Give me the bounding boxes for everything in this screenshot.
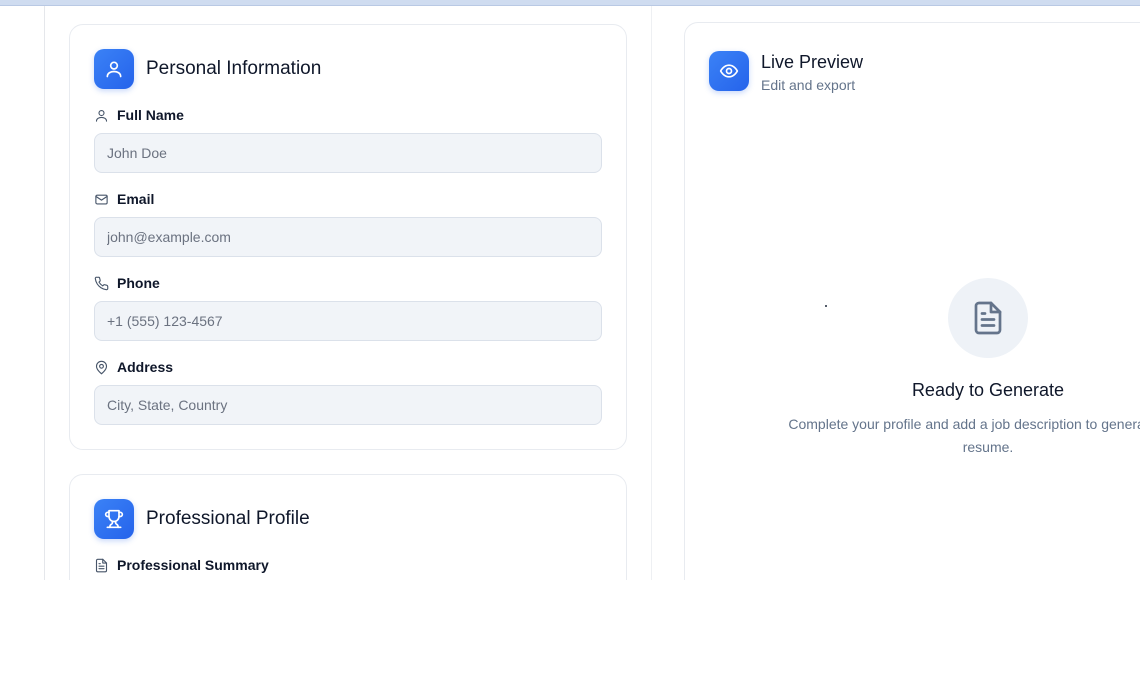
personal-information-card: Personal Information Full Name Email Pho… [69,24,627,450]
empty-state-title: Ready to Generate [911,380,1065,400]
cursor-dot [825,305,827,307]
live-preview-title: Live Preview [761,52,864,72]
email-label: Email [94,191,154,207]
left-divider [44,6,45,580]
address-input[interactable] [94,385,602,425]
eye-icon [709,51,749,91]
user-icon [94,49,134,89]
column-divider [651,6,652,580]
live-preview-subtitle: Edit and export [761,77,856,93]
professional-profile-header: Professional Profile [94,499,310,539]
full-name-label: Full Name [94,107,184,123]
personal-information-title: Personal Information [146,58,322,79]
professional-summary-label-text: Professional Summary [117,557,269,573]
personal-information-header: Personal Information [94,49,321,89]
email-input[interactable] [94,217,602,257]
email-label-text: Email [117,191,155,207]
page-viewport: Personal Information Full Name Email Pho… [0,6,1140,580]
document-icon [974,301,1002,335]
mail-icon [95,194,108,204]
professional-profile-card: Professional Profile Professional Summar… [69,474,627,580]
live-preview-card: Live Preview Edit and export Ready to Ge… [684,22,1140,580]
address-label-text: Address [117,359,174,375]
empty-state-icon-wrapper [948,278,1028,358]
trophy-icon [94,499,134,539]
phone-icon [94,276,109,290]
professional-profile-title: Professional Profile [146,508,310,529]
live-preview-header: Live Preview Edit and export [709,51,863,93]
phone-label: Phone [94,275,160,291]
phone-label-text: Phone [117,275,160,291]
empty-state-description: Complete your profile and add a job desc… [788,416,1140,455]
full-name-label-text: Full Name [117,107,184,123]
address-label: Address [94,359,173,375]
map-pin-icon [95,360,108,374]
document-icon [95,558,108,572]
full-name-input[interactable] [94,133,602,173]
user-icon [95,109,108,122]
phone-input[interactable] [94,301,602,341]
professional-summary-label: Professional Summary [94,557,269,573]
